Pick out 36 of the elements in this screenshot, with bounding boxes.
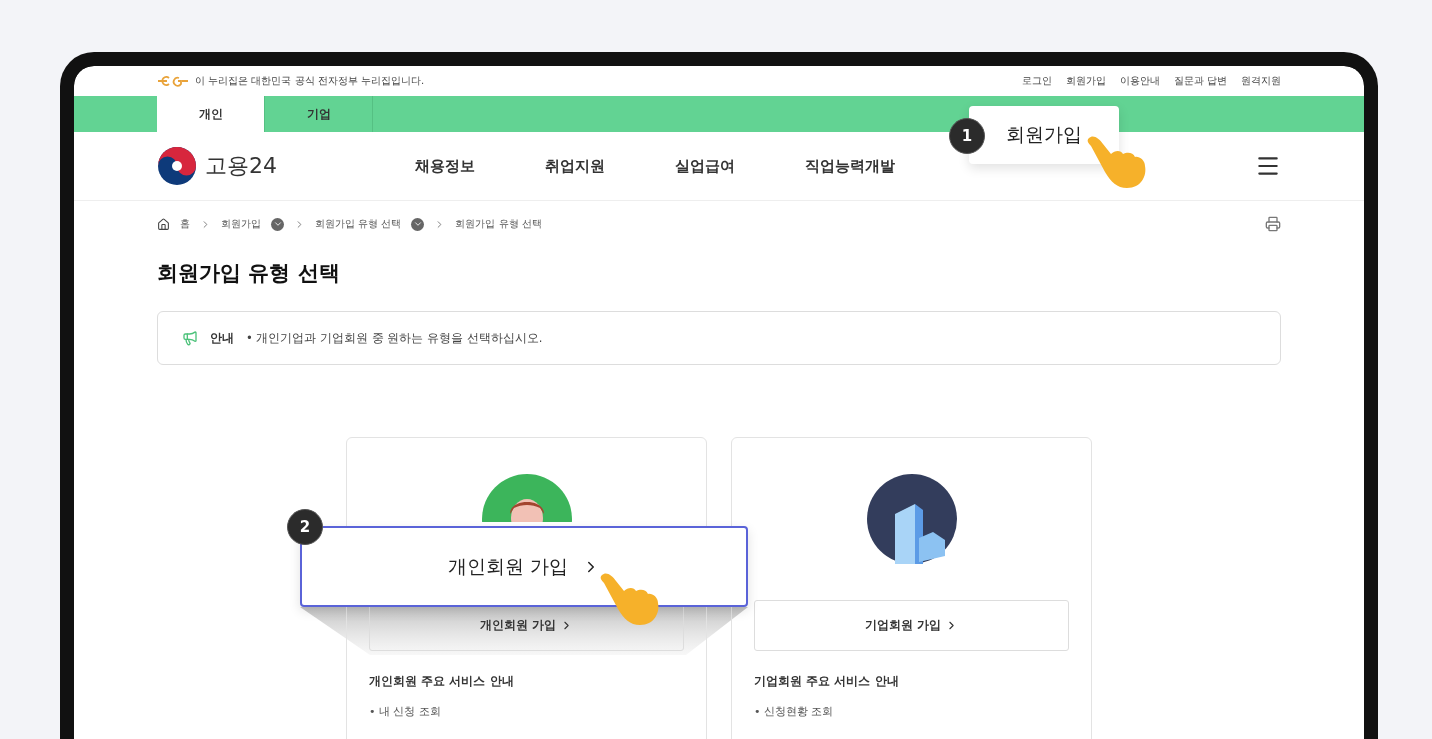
breadcrumb-link[interactable]: 회원가입 유형 선택	[455, 217, 542, 231]
breadcrumb-link[interactable]: 회원가입 유형 선택	[315, 217, 402, 231]
callout-label: 회원가입	[1006, 122, 1082, 147]
megaphone-icon	[182, 330, 198, 346]
utility-link[interactable]: 질문과 답변	[1173, 74, 1227, 88]
signup-button[interactable]: 기업회원 가입	[754, 600, 1069, 651]
dropdown-icon[interactable]	[271, 217, 284, 231]
taegeuk-logo-icon	[157, 146, 197, 186]
logo-text: 고용24	[205, 152, 277, 180]
dropdown-icon[interactable]	[411, 217, 425, 231]
audience-tab[interactable]: 기업	[265, 96, 373, 132]
step-badge: 2	[287, 509, 323, 545]
notice-text: • 개인기업과 기업회원 중 원하는 유형을 선택하십시오.	[246, 330, 543, 346]
services-heading: 개인회원 주요 서비스 안내	[369, 673, 515, 690]
utility-link[interactable]: 로그인	[1021, 74, 1052, 88]
callout-label: 개인회원 가입	[447, 553, 568, 579]
notice-label: 안내	[210, 329, 234, 347]
utility-link[interactable]: 원격지원	[1241, 74, 1281, 88]
service-item: • 내 신청 조회	[369, 704, 442, 719]
nav-link[interactable]: 취업지원	[545, 156, 605, 176]
nav-link[interactable]: 직업능력개발	[805, 156, 895, 176]
audience-tab[interactable]: 개인	[157, 96, 265, 132]
nav-link[interactable]: 채용정보	[415, 156, 475, 176]
home-icon	[157, 217, 170, 231]
buildings-icon	[866, 474, 957, 564]
utility-link[interactable]: 회원가입	[1065, 74, 1106, 88]
services-heading: 기업회원 주요 서비스 안내	[754, 673, 900, 690]
gov-logo-icon	[157, 75, 189, 87]
nav-link[interactable]: 실업급여	[675, 156, 735, 176]
service-item: • 신청현황 조회	[754, 704, 835, 719]
print-icon[interactable]	[1265, 216, 1281, 232]
breadcrumb-link[interactable]: 홈	[180, 217, 190, 231]
breadcrumb-link[interactable]: 회원가입	[221, 217, 261, 231]
gov-notice: 이 누리집은 대한민국 공식 전자정부 누리집입니다.	[195, 74, 425, 88]
utility-link[interactable]: 이용안내	[1119, 74, 1160, 88]
page-title: 회원가입 유형 선택	[157, 260, 341, 287]
